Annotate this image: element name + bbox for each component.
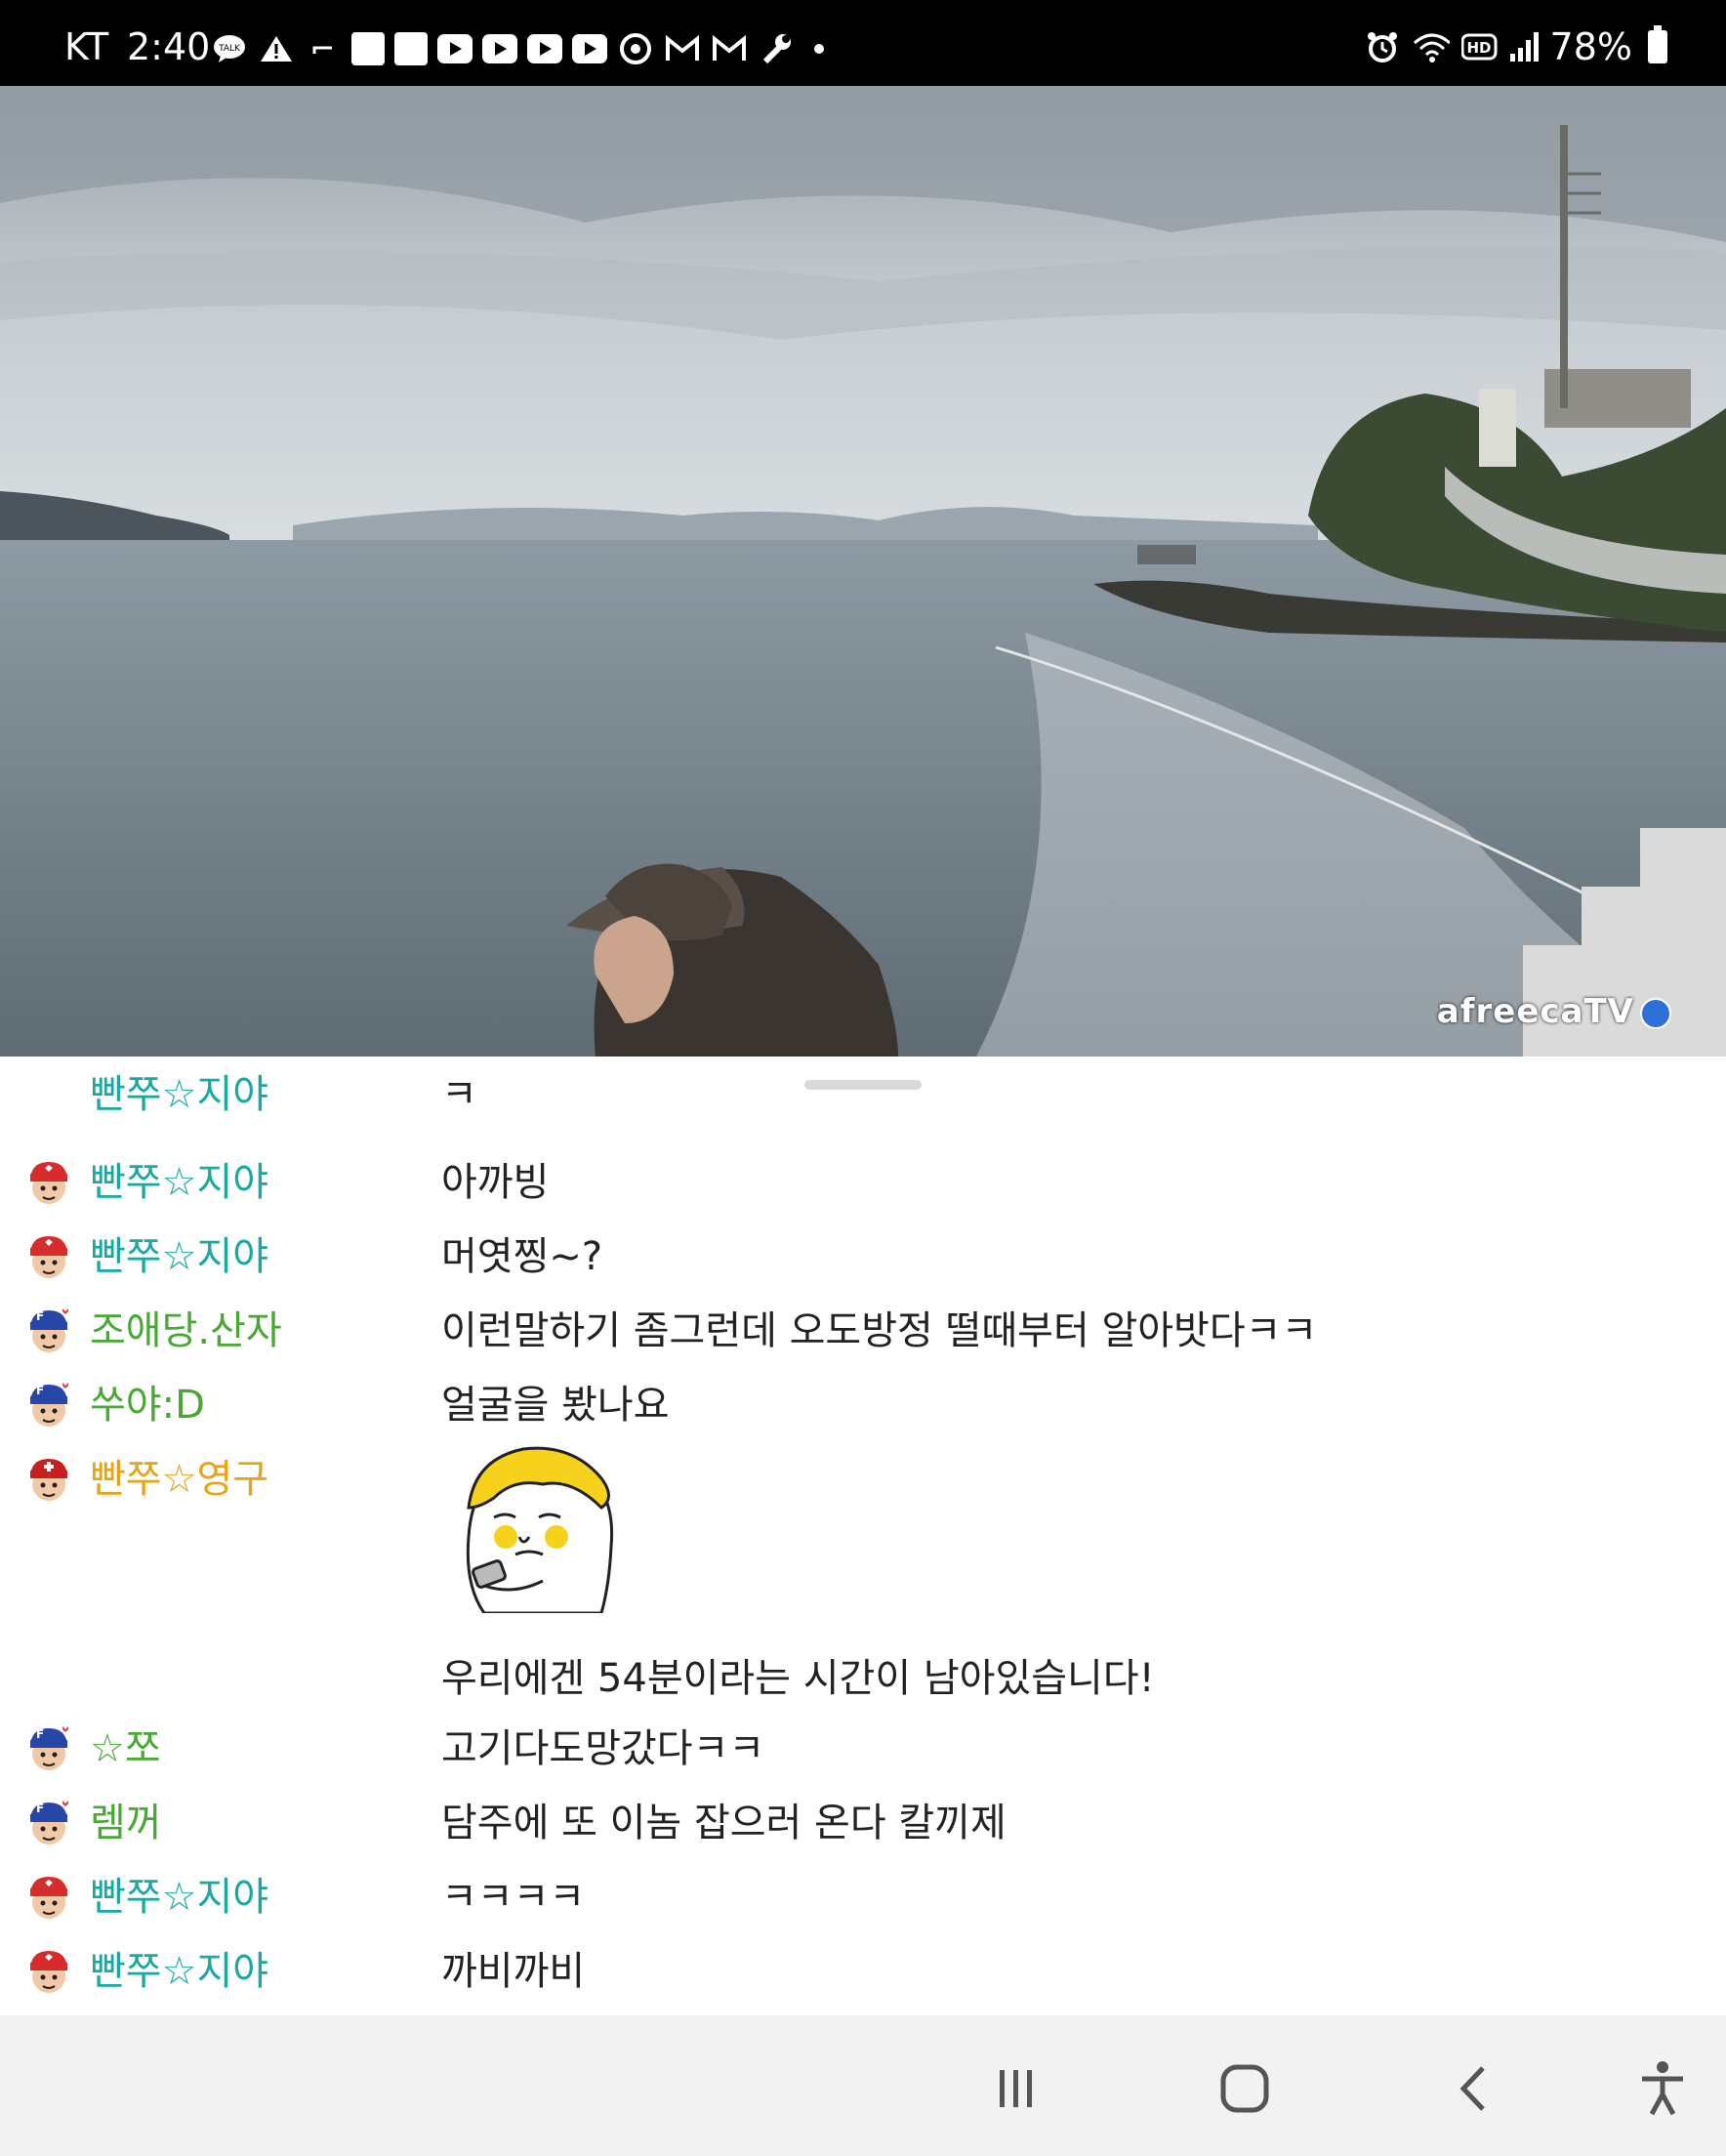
youtube-icon [437,34,473,63]
youtube-icon [482,34,517,63]
heart-badge-avatar-icon [30,1951,67,1993]
system-message: 우리에겐 54분이라는 시간이 남아있습니다! [441,1656,1155,1701]
chat-message: 이런말하기 좀그런데 오도방정 떨때부터 알아밧다ㅋㅋ [441,1308,1318,1353]
fan-badge-avatar-icon: F [30,1383,68,1427]
chat-row: 빤쭈☆지야 까비까비 [0,1933,1726,2008]
chat-message: 아까빙 [441,1160,550,1205]
wifi-icon [1413,29,1450,64]
chat-nickname[interactable]: 빤쭈☆지야 [90,1865,268,1922]
chat-message: 고기다도망갔다ㅋㅋ [441,1726,765,1771]
chat-nickname[interactable]: 쑤야:D [90,1373,205,1430]
video-frame [0,86,1726,1057]
chat-message: 까비까비 [441,1949,586,1994]
svg-text:F: F [36,1309,44,1323]
navigation-bar [0,2015,1726,2156]
chat-row: 빤쭈☆지야 ㅋㅋㅋㅋ [0,1859,1726,1933]
battery-percent: 78% [1549,25,1632,68]
afreecatv-logo-icon [1640,997,1671,1029]
chat-nickname[interactable]: 빤쭈☆지야 [90,1939,268,1996]
manager-badge-avatar-icon [30,1459,67,1501]
heart-badge-avatar-icon [30,1236,67,1278]
youtube-icon [572,34,607,63]
chat-nickname[interactable]: 빤쭈☆지야 [90,1224,268,1281]
heart-badge-avatar-icon [30,1877,67,1919]
accessibility-icon[interactable] [1628,2054,1697,2123]
chat-message: 얼굴을 봤나요 [441,1383,670,1428]
hd-icon: HD [1460,29,1499,64]
chat-row: F 쑤야:D 얼굴을 봤나요 [0,1367,1726,1441]
chat-message: ㅋㅋㅋㅋ [441,1875,586,1920]
dot-icon [814,44,824,54]
chat-nickname[interactable]: ☆쪼 [90,1717,161,1773]
recent-apps-icon[interactable] [982,2054,1050,2123]
system-icons: HD 78% [1364,25,1667,68]
watermark-text: afreecaTV [1436,992,1634,1031]
chat-message: 담주에 또 이놈 잡으러 온다 칼끼제 [441,1801,1007,1845]
chrome-icon [617,31,654,66]
chat-nickname[interactable]: 조애당.산자 [90,1299,282,1355]
chat-nickname[interactable]: 렘꺼 [90,1791,162,1847]
back-icon[interactable] [1439,2054,1507,2123]
status-bar: KT 2:40 TALK HD 78% [0,0,1726,86]
video-player[interactable]: afreecaTV [0,86,1726,1057]
fan-badge-avatar-icon: F [30,1308,68,1352]
chat-panel[interactable]: 빤쭈☆지야 ㅋ 빤쭈☆지야 아까빙 빤쭈☆지야 머엿찡~? F 조애당.산자 이… [0,1057,1726,2015]
home-icon[interactable] [1211,2054,1279,2123]
chat-row: F 조애당.산자 이런말하기 좀그런데 오도방정 떨때부터 알아밧다ㅋㅋ [0,1293,1726,1367]
heart-badge-avatar-icon [30,1162,67,1204]
svg-text:HD: HD [1466,39,1491,57]
gmail-icon [664,31,701,66]
drag-handle[interactable] [804,1080,922,1090]
talk-icon: TALK [211,31,248,66]
kia-connect-icon [394,32,428,65]
youtube-icon [527,34,562,63]
signal-icon [1509,32,1539,62]
emoticon-sticker [466,1446,614,1613]
chat-row: 빤쭈☆영구 [0,1441,1726,1515]
carrier-label: KT [64,25,109,68]
chat-message: ㅋ [441,1072,477,1117]
warning-icon [258,31,295,66]
chat-row: 빤쭈☆지야 머엿찡~? [0,1219,1726,1293]
chat-row: F 렘꺼 담주에 또 이놈 잡으러 온다 칼끼제 [0,1785,1726,1859]
notification-icons: TALK [211,29,824,68]
clock: 2:40 [127,25,211,68]
svg-text:F: F [36,1802,44,1815]
chat-nickname[interactable]: 빤쭈☆영구 [90,1447,268,1504]
bracket-icon [305,31,342,66]
chat-row: 빤쭈☆지야 아까빙 [0,1144,1726,1219]
battery-icon [1648,25,1667,63]
fan-badge-avatar-icon: F [30,1726,68,1770]
gmail-icon [711,31,748,66]
chat-nickname[interactable]: 빤쭈☆지야 [90,1062,268,1119]
chat-nickname[interactable]: 빤쭈☆지야 [90,1150,268,1207]
chat-message: 머엿찡~? [441,1234,603,1279]
svg-text:F: F [36,1727,44,1741]
svg-text:TALK: TALK [218,44,241,54]
kia-connect-icon [351,32,385,65]
alarm-icon [1364,29,1401,64]
afreecatv-watermark: afreecaTV [1437,992,1671,1031]
wrench-icon [758,31,795,66]
fan-badge-avatar-icon: F [30,1801,68,1845]
svg-text:F: F [36,1384,44,1397]
chat-row: F ☆쪼 고기다도망갔다ㅋㅋ [0,1711,1726,1785]
